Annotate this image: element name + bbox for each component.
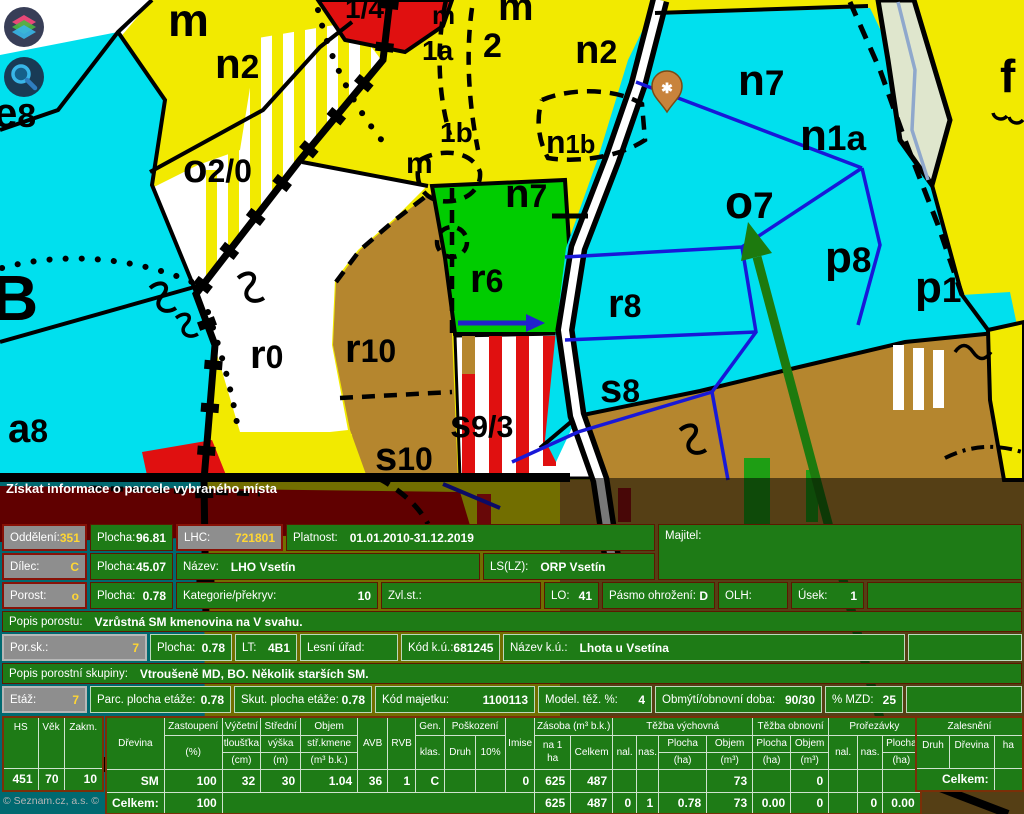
svg-text:a8: a8: [8, 407, 48, 451]
layers-icon: [2, 5, 46, 49]
svg-text:1b: 1b: [440, 117, 473, 148]
svg-text:o2/0: o2/0: [183, 147, 252, 191]
svg-text:p1: p1: [915, 263, 961, 312]
svg-text:n7: n7: [738, 56, 784, 105]
svg-text:2: 2: [483, 27, 502, 65]
svg-text:s8: s8: [600, 367, 640, 411]
svg-text:f: f: [1000, 50, 1016, 102]
svg-text:n2: n2: [575, 28, 617, 72]
search-icon: [2, 55, 46, 99]
info-panel-backdrop: [0, 478, 1024, 814]
marker-asterisk-icon: ✱: [661, 80, 673, 96]
svg-text:s9/3: s9/3: [450, 404, 513, 446]
svg-text:p8: p8: [825, 233, 871, 282]
svg-text:r10: r10: [345, 327, 396, 371]
svg-text:m: m: [406, 147, 433, 180]
svg-text:n1a: n1a: [800, 111, 866, 160]
app-window: m n2 1/4 m 1a 2 m n2 n7 n1a e8 o2/0 1b m…: [0, 0, 1024, 814]
svg-text:r8: r8: [608, 282, 641, 326]
svg-text:r0: r0: [250, 333, 283, 377]
svg-text:s10: s10: [375, 435, 433, 479]
svg-text:m: m: [432, 0, 455, 30]
svg-text:B: B: [0, 262, 38, 334]
svg-text:m: m: [498, 0, 534, 29]
svg-text:n7: n7: [505, 172, 547, 216]
svg-text:m: m: [168, 0, 209, 46]
svg-text:r6: r6: [470, 257, 503, 301]
svg-text:1a: 1a: [422, 35, 454, 66]
search-button[interactable]: [2, 55, 46, 99]
svg-text:1/4: 1/4: [345, 0, 384, 24]
layers-button[interactable]: [2, 5, 46, 49]
